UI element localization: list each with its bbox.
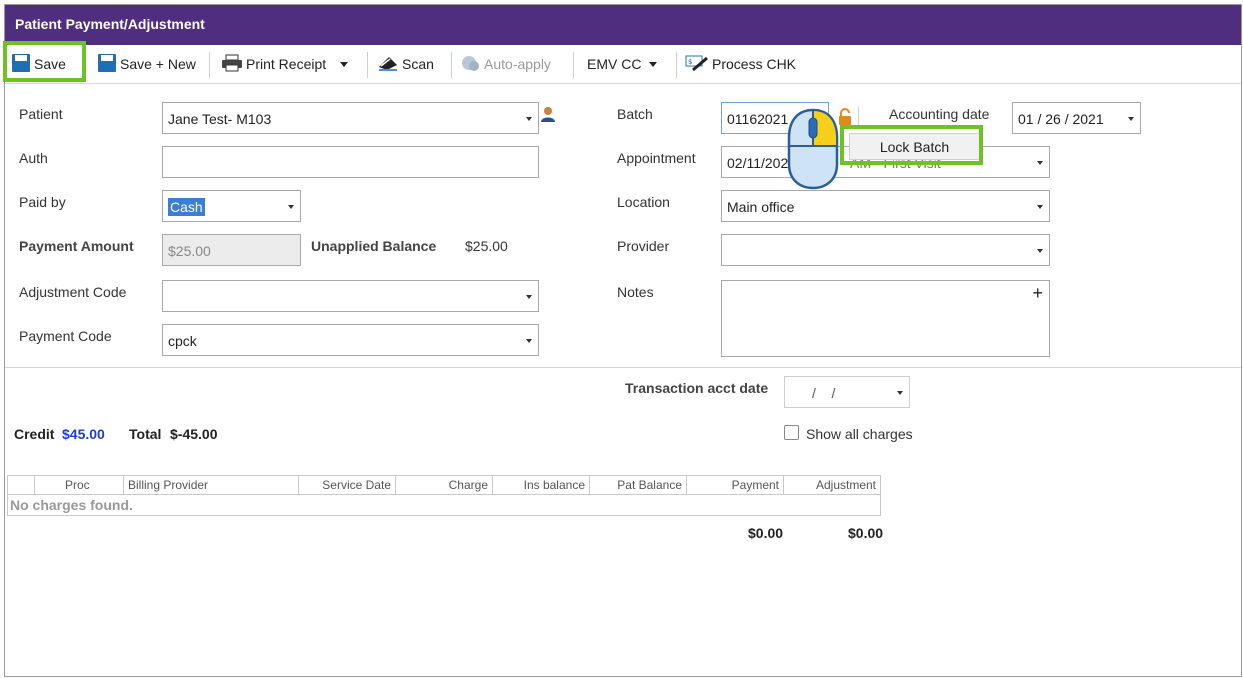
save-icon bbox=[97, 53, 120, 76]
patient-value: Jane Test- M103 bbox=[168, 111, 272, 127]
emv-cc-button[interactable]: EMV CC bbox=[587, 45, 641, 83]
empty-message: No charges found. bbox=[7, 494, 881, 516]
accounting-date-label: Accounting date bbox=[889, 106, 990, 122]
person-icon[interactable] bbox=[540, 106, 556, 125]
toolbar-separator bbox=[451, 52, 452, 78]
credit-label: Credit bbox=[14, 426, 55, 442]
appointment-label: Appointment bbox=[617, 150, 696, 166]
save-new-button[interactable]: Save + New bbox=[97, 45, 196, 83]
table-row: No charges found. bbox=[7, 494, 881, 516]
auto-apply-button[interactable]: Auto-apply bbox=[461, 45, 551, 83]
patient-label: Patient bbox=[19, 106, 63, 122]
adjustment-total: $0.00 bbox=[848, 525, 884, 541]
caret-down-icon bbox=[648, 56, 661, 72]
transaction-acct-date-label: Transaction acct date bbox=[625, 380, 769, 396]
column-header[interactable] bbox=[7, 475, 35, 495]
caret-down-icon bbox=[1037, 249, 1043, 253]
save-highlight bbox=[3, 41, 86, 82]
process-chk-button[interactable]: $ Process CHK bbox=[685, 45, 796, 83]
scan-label: Scan bbox=[402, 56, 434, 72]
payment-adjustment-window: Patient Payment/Adjustment Save Save + N… bbox=[4, 4, 1242, 677]
payment-code-label: Payment Code bbox=[19, 328, 112, 344]
print-receipt-button[interactable]: Print Receipt bbox=[221, 45, 326, 83]
show-all-charges-label: Show all charges bbox=[806, 426, 913, 442]
paid-by-label: Paid by bbox=[19, 194, 66, 210]
unapplied-balance-label: Unapplied Balance bbox=[311, 238, 437, 254]
column-header[interactable]: Ins balance bbox=[492, 475, 590, 495]
payment-amount-input[interactable]: $25.00 bbox=[162, 234, 301, 266]
column-header[interactable]: Service Date bbox=[298, 475, 396, 495]
caret-down-icon bbox=[1037, 161, 1043, 165]
show-all-charges-checkbox[interactable] bbox=[784, 425, 799, 440]
caret-down-icon bbox=[897, 391, 903, 395]
caret-down-icon bbox=[526, 117, 532, 121]
toolbar-separator bbox=[209, 52, 210, 78]
auth-input[interactable] bbox=[162, 146, 539, 178]
adjustment-code-label: Adjustment Code bbox=[19, 284, 127, 300]
accounting-date-input[interactable]: 01 / 26 / 2021 bbox=[1012, 102, 1141, 134]
transaction-acct-date-input[interactable]: / / bbox=[784, 376, 910, 408]
paid-by-select[interactable]: Cash bbox=[162, 190, 301, 222]
caret-down-icon bbox=[526, 295, 532, 299]
check-pen-icon: $ bbox=[685, 54, 712, 75]
scanner-icon bbox=[377, 54, 402, 75]
coins-icon bbox=[461, 54, 484, 75]
provider-label: Provider bbox=[617, 238, 670, 254]
patient-select[interactable]: Jane Test- M103 bbox=[162, 102, 539, 134]
toolbar-separator bbox=[573, 52, 574, 78]
paid-by-value: Cash bbox=[168, 198, 205, 216]
process-chk-label: Process CHK bbox=[712, 56, 797, 72]
emv-cc-dropdown[interactable] bbox=[648, 45, 661, 83]
batch-label: Batch bbox=[617, 106, 653, 122]
caret-down-icon bbox=[288, 205, 294, 209]
section-divider bbox=[5, 367, 1241, 368]
credit-value: $45.00 bbox=[62, 426, 105, 442]
window-title: Patient Payment/Adjustment bbox=[5, 5, 1241, 45]
column-header[interactable]: Charge bbox=[395, 475, 493, 495]
auto-apply-label: Auto-apply bbox=[484, 56, 551, 72]
lock-batch-highlight bbox=[840, 125, 983, 165]
unapplied-balance-value: $25.00 bbox=[465, 238, 508, 254]
scan-button[interactable]: Scan bbox=[377, 45, 434, 83]
location-label: Location bbox=[617, 194, 670, 210]
notes-textarea[interactable]: + bbox=[721, 280, 1050, 357]
adjustment-code-select[interactable] bbox=[162, 280, 539, 312]
print-options-dropdown[interactable] bbox=[339, 45, 352, 83]
toolbar-separator bbox=[367, 52, 368, 78]
charges-table: Proc Billing Provider Service Date Charg… bbox=[7, 475, 881, 516]
auth-label: Auth bbox=[19, 150, 48, 166]
caret-down-icon bbox=[1128, 117, 1134, 121]
payment-code-select[interactable]: cpck bbox=[162, 324, 539, 356]
svg-text:$: $ bbox=[688, 58, 692, 66]
column-header[interactable]: Proc bbox=[34, 475, 124, 495]
save-new-label: Save + New bbox=[120, 56, 196, 72]
column-header[interactable]: Billing Provider bbox=[123, 475, 299, 495]
toolbar: Save Save + New Print Receipt Scan Auto-… bbox=[5, 45, 1241, 84]
printer-icon bbox=[221, 54, 246, 75]
emv-cc-label: EMV CC bbox=[587, 56, 642, 72]
print-receipt-label: Print Receipt bbox=[246, 56, 327, 72]
caret-down-icon bbox=[1037, 205, 1043, 209]
total-label: Total bbox=[129, 426, 162, 442]
add-note-button[interactable]: + bbox=[1032, 283, 1043, 304]
payment-total: $0.00 bbox=[748, 525, 784, 541]
toolbar-separator bbox=[676, 52, 677, 78]
column-header[interactable]: Pat Balance bbox=[589, 475, 687, 495]
caret-down-icon bbox=[526, 339, 532, 343]
notes-label: Notes bbox=[617, 284, 654, 300]
total-value: $-45.00 bbox=[170, 426, 218, 442]
caret-down-icon bbox=[339, 56, 352, 72]
provider-select[interactable] bbox=[721, 234, 1050, 266]
column-header[interactable]: Adjustment bbox=[783, 475, 881, 495]
location-select[interactable]: Main office bbox=[721, 190, 1050, 222]
mouse-right-click-icon bbox=[786, 108, 840, 193]
payment-amount-label: Payment Amount bbox=[19, 238, 134, 254]
column-header[interactable]: Payment bbox=[686, 475, 784, 495]
